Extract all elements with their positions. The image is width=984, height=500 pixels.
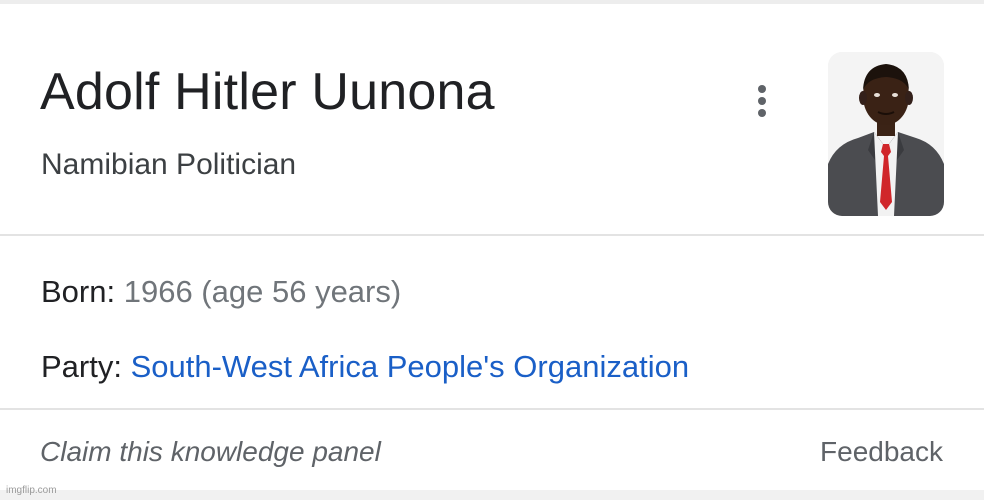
more-vert-icon[interactable] [752,84,772,118]
born-label: Born: [41,274,116,309]
claim-panel-link[interactable]: Claim this knowledge panel [40,436,381,468]
panel-subtitle: Namibian Politician [41,148,297,181]
born-value: 1966 (age 56 years) [123,274,402,309]
header-divider [0,234,984,236]
fact-party: Party: South-West Africa People's Organi… [41,349,689,385]
feedback-link[interactable]: Feedback [820,436,943,468]
knowledge-panel: Adolf Hitler Uunona Namibian Politician [0,0,984,490]
panel-header: Adolf Hitler Uunona Namibian Politician [0,4,984,234]
party-link[interactable]: South-West Africa People's Organization [131,349,689,384]
panel-title: Adolf Hitler Uunona [40,63,495,121]
portrait-photo[interactable] [828,52,944,216]
watermark: imgflip.com [6,485,57,496]
footer-divider [0,408,984,410]
fact-born: Born: 1966 (age 56 years) [41,274,401,310]
party-label: Party: [41,349,122,384]
